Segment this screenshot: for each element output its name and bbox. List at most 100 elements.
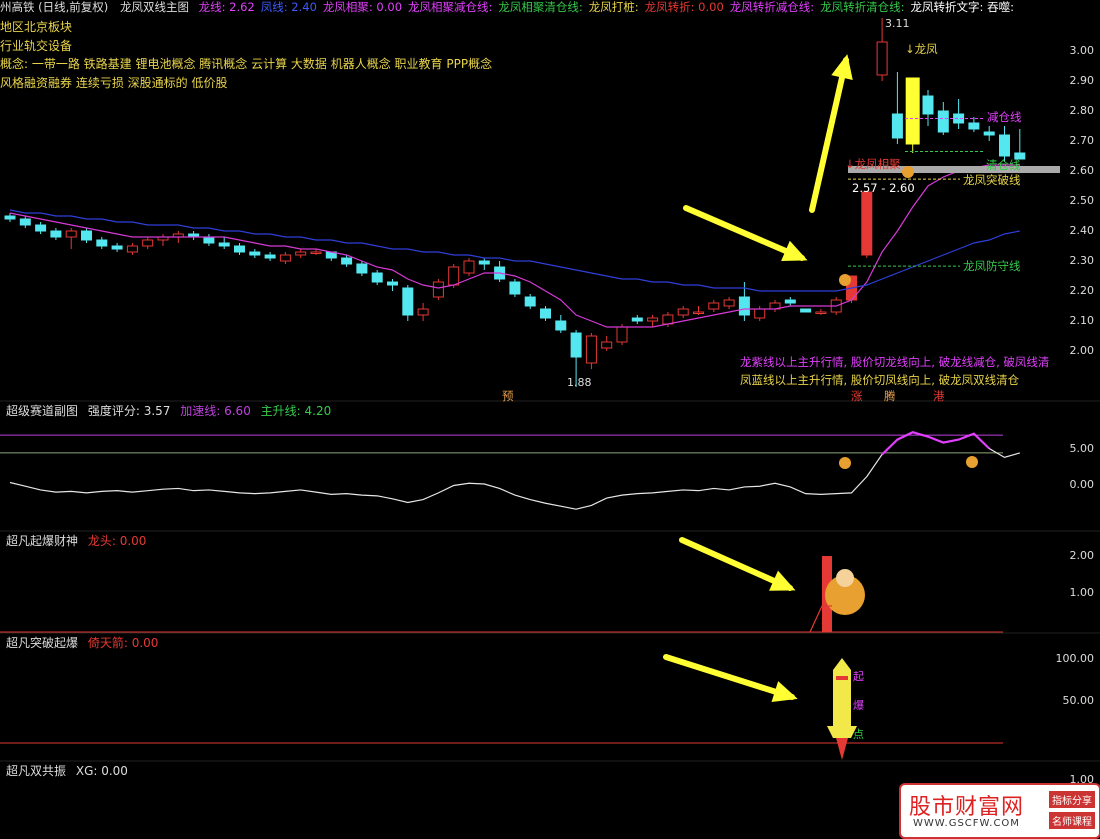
candle-body-63: [968, 122, 980, 130]
main-y-tick-7: 2.30: [1069, 254, 1095, 267]
candle-body-43: [662, 314, 674, 325]
candle-body-51: [784, 299, 796, 304]
candle-body-59: [905, 77, 920, 145]
rocket-label-qi: 起: [853, 670, 864, 683]
panel2-y-5: 5.00: [1069, 442, 1095, 455]
rocket-label-bao: 爆: [853, 699, 864, 712]
rule-note-2: 凤蓝线以上主升行情, 股价切凤线向上, 破龙凤双线清仓: [740, 373, 1020, 387]
header-item-7: 龙凤转折减仓线:: [729, 0, 815, 14]
panel3-header: 超凡起爆财神 龙头: 0.00: [0, 533, 146, 549]
panel2-y-0: 0.00: [1069, 478, 1095, 491]
main-y-tick-1: 2.90: [1069, 74, 1095, 87]
panel2-accel: 加速线: 6.60: [180, 404, 251, 418]
caishen-head: [836, 569, 854, 587]
marker-zhang: 涨: [851, 389, 863, 403]
candle-body-42: [647, 317, 659, 322]
candle-body-33: [509, 281, 521, 295]
arrow-main-shaft: [683, 205, 805, 261]
candle-body-20: [310, 251, 322, 254]
header-item-3: 龙凤相聚减仓线:: [408, 0, 493, 14]
candle-body-47: [723, 299, 735, 307]
tupo-label: 龙凤突破线: [963, 173, 1021, 187]
panel3-value: 龙头: 0.00: [87, 534, 147, 548]
candle-body-6: [96, 239, 108, 247]
candle-body-61: [937, 110, 949, 133]
main-y-tick-3: 2.70: [1069, 134, 1095, 147]
candle-body-35: [540, 308, 551, 319]
main-chart-header: 州高铁 (日线,前复权) 龙凤双线主图 龙线: 2.62 凤线: 2.40 龙凤相聚…: [0, 0, 1014, 14]
arrow-up-head: [831, 54, 853, 80]
candle-body-3: [50, 230, 62, 238]
candle-body-46: [708, 302, 720, 310]
longfeng-label: ↓龙凤: [905, 42, 938, 56]
money-bag-main: [839, 274, 851, 286]
candle-body-52: [800, 308, 812, 313]
panel2-header: 超级赛道副图 强度评分: 3.57 加速线: 6.60 主升线: 4.20: [0, 403, 331, 419]
marker-yu: 预: [502, 389, 514, 403]
panel2-main: 主升线: 4.20: [260, 404, 332, 418]
candle-body-18: [279, 254, 291, 262]
header-item-6: 龙凤转折: 0.00: [644, 0, 724, 14]
candle-body-15: [234, 245, 245, 253]
candle-body-48: [738, 296, 750, 316]
candle-body-14: [218, 242, 230, 247]
main-y-tick-6: 2.40: [1069, 224, 1095, 237]
header-item-4: 龙凤相聚清仓线:: [498, 0, 583, 14]
panel3-y-2: 2.00: [1069, 549, 1095, 562]
panel4-y-50: 50.00: [1062, 694, 1095, 707]
candle-body-28: [432, 281, 444, 298]
candle-body-13: [203, 236, 215, 244]
panel3-title[interactable]: 超凡起爆财神: [6, 534, 78, 548]
panel5-header: 超凡双共振 XG: 0.00: [0, 763, 128, 779]
panel2-title[interactable]: 超级赛道副图: [6, 404, 78, 418]
indicator-title[interactable]: 龙凤双线主图: [120, 0, 189, 14]
candle-body-27: [417, 308, 429, 316]
candle-body-56: [861, 191, 873, 256]
main-y-tick-9: 2.10: [1069, 314, 1095, 327]
candle-body-7: [111, 245, 123, 250]
candle-body-44: [677, 308, 689, 316]
arrow-up-shaft: [809, 57, 849, 213]
candle-body-22: [341, 257, 353, 265]
candle-body-38: [585, 335, 597, 364]
watermark-title: 股市财富网: [909, 795, 1025, 820]
header-item-9: 龙凤转折文字: 吞噬:: [910, 0, 1014, 14]
main-y-tick-0: 3.00: [1069, 44, 1095, 57]
panel5-title[interactable]: 超凡双共振: [6, 764, 66, 778]
rocket-window: [836, 676, 848, 680]
candle-body-31: [478, 260, 490, 265]
candle-body-2: [35, 224, 47, 232]
candle-body-40: [616, 326, 628, 343]
watermark-url: WWW.GSCFW.COM: [913, 818, 1020, 829]
candle-body-58: [891, 113, 903, 139]
candle-body-5: [81, 230, 92, 241]
main-y-tick-8: 2.20: [1069, 284, 1095, 297]
header-item-2: 龙凤相聚: 0.00: [322, 0, 403, 14]
panel4-header: 超凡突破起爆 倚天箭: 0.00: [0, 635, 158, 651]
main-y-tick-10: 2.00: [1069, 344, 1095, 357]
watermark-logo: 股市财富网 WWW.GSCFW.COM 指标分享 名师课程: [899, 783, 1100, 839]
candle-body-30: [463, 260, 475, 274]
money-bag-top: [902, 166, 914, 178]
candle-body-57: [876, 41, 888, 76]
panel5-value: XG: 0.00: [75, 764, 128, 778]
concept-style: 风格融资融券 连续亏损 深股通标的 低价股: [0, 76, 228, 90]
watermark-tag2: 名师课程: [1049, 812, 1095, 829]
candle-body-24: [371, 272, 383, 283]
header-values: 龙线: 2.62 凤线: 2.40 龙凤相聚: 0.00 龙凤相聚减仓线: 龙凤相聚清仓…: [193, 0, 1014, 14]
marker-teng: 腾: [884, 389, 896, 403]
candle-body-65: [999, 134, 1010, 157]
stock-title: 州高铁 (日线,前复权): [0, 0, 109, 14]
candle-body-4: [65, 230, 77, 238]
candle-body-41: [631, 317, 643, 322]
panel2-score: 强度评分: 3.57: [87, 404, 171, 418]
candle-body-49: [754, 308, 766, 319]
panel4-title[interactable]: 超凡突破起爆: [6, 636, 78, 650]
header-item-8: 龙凤转折清仓线:: [820, 0, 905, 14]
arrow-panel4-head: [771, 681, 798, 703]
candle-body-23: [356, 263, 368, 274]
panel3-y-1: 1.00: [1069, 586, 1095, 599]
candle-body-37: [570, 332, 582, 358]
concept-industry: 行业轨交设备: [0, 39, 73, 53]
candle-body-1: [19, 218, 31, 226]
